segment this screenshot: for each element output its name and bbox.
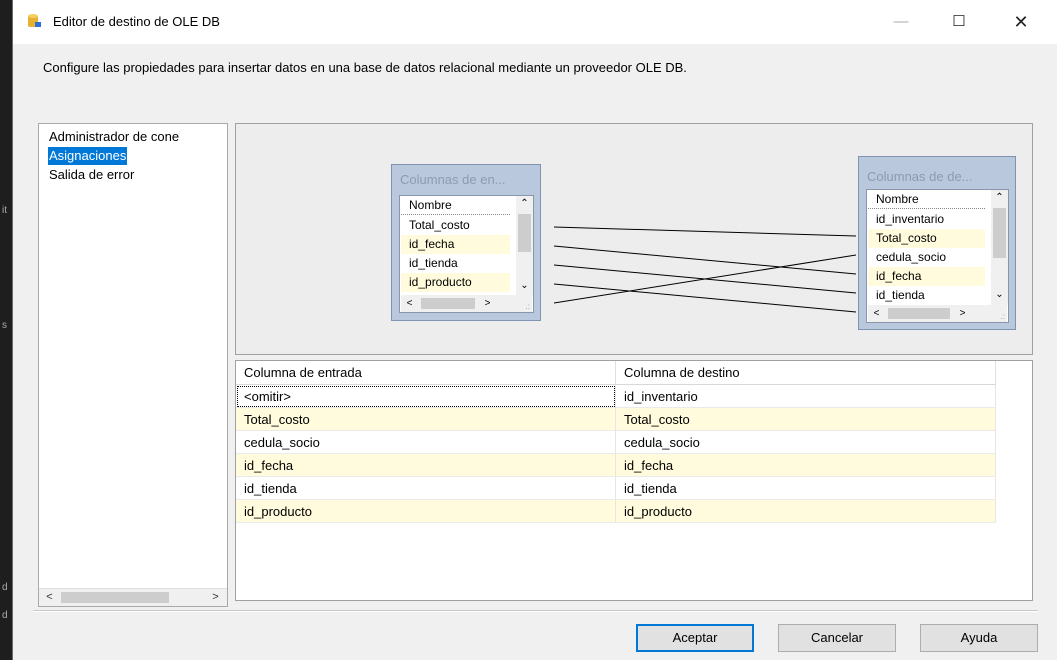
help-button[interactable]: Ayuda — [920, 624, 1038, 652]
mapping-line-total-costo — [553, 226, 857, 237]
destination-column-item[interactable]: id_fecha — [868, 267, 985, 286]
ok-button[interactable]: Aceptar — [636, 624, 754, 652]
input-column-cell[interactable]: cedula_socio — [236, 431, 616, 454]
dialog-description: Configure las propiedades para insertar … — [43, 60, 687, 75]
input-columns-header: Nombre — [401, 196, 510, 215]
scroll-left-button[interactable]: < — [41, 589, 58, 606]
cancel-button[interactable]: Cancelar — [778, 624, 896, 652]
dialog-window: Editor de destino de OLE DB — ☐ ✕ Config… — [12, 0, 1057, 660]
input-column-cell[interactable]: id_tienda — [236, 477, 616, 500]
input-column-cell[interactable]: <omitir> — [236, 385, 616, 408]
resize-grip-icon[interactable]: .: — [526, 302, 530, 311]
scroll-right-icon[interactable]: > — [954, 305, 971, 322]
destination-column-cell[interactable]: id_fecha — [616, 454, 996, 477]
grid-header-row: Columna de entrada Columna de destino — [236, 361, 996, 385]
destination-columns-title: Columnas de de... — [867, 169, 973, 184]
input-column-cell[interactable]: Total_costo — [236, 408, 616, 431]
ole-db-destination-icon — [28, 14, 41, 27]
nav-item-mappings[interactable]: Asignaciones — [48, 147, 128, 165]
destination-column-cell[interactable]: id_inventario — [616, 385, 996, 408]
table-row[interactable]: id_producto id_producto — [236, 500, 996, 523]
destination-column-cell[interactable]: id_tienda — [616, 477, 996, 500]
nav-item-connection-manager[interactable]: Administrador de cone — [48, 128, 180, 146]
table-row[interactable]: <omitir> id_inventario — [236, 385, 996, 408]
input-columns-horizontal-scrollbar[interactable]: < > .: — [401, 295, 532, 312]
input-column-item[interactable]: Total_costo — [401, 216, 510, 235]
mapping-grid[interactable]: Columna de entrada Columna de destino <o… — [235, 360, 1033, 601]
background-window-edge: it s d d — [2, 205, 8, 621]
destination-column-item[interactable]: Total_costo — [868, 229, 985, 248]
page-navigation-list[interactable]: Administrador de cone Asignaciones Salid… — [38, 123, 228, 607]
mapping-diagram[interactable]: Columnas de en... Nombre Total_costo id_… — [235, 123, 1033, 355]
table-row[interactable]: id_fecha id_fecha — [236, 454, 996, 477]
minimize-button[interactable]: — — [878, 6, 924, 38]
mapping-line-id-fecha — [553, 245, 857, 275]
resize-grip-icon[interactable]: .: — [1001, 312, 1005, 321]
destination-columns-header: Nombre — [868, 190, 985, 209]
grid-header-destination-column[interactable]: Columna de destino — [616, 361, 996, 385]
destination-column-item[interactable]: id_inventario — [868, 210, 985, 229]
destination-column-cell[interactable]: cedula_socio — [616, 431, 996, 454]
destination-columns-horizontal-scrollbar[interactable]: < > .: — [868, 305, 1007, 322]
scroll-thumb[interactable] — [518, 214, 531, 252]
scroll-down-icon[interactable]: ⌄ — [991, 287, 1008, 303]
input-column-item[interactable]: id_fecha — [401, 235, 510, 254]
destination-column-cell[interactable]: id_producto — [616, 500, 996, 523]
destination-columns-list[interactable]: Nombre id_inventario Total_costo cedula_… — [866, 189, 1009, 323]
scroll-down-icon[interactable]: ⌄ — [516, 278, 533, 294]
footer-separator — [33, 610, 1038, 612]
input-column-item[interactable]: id_tienda — [401, 254, 510, 273]
destination-column-cell[interactable]: Total_costo — [616, 408, 996, 431]
grid-header-input-column[interactable]: Columna de entrada — [236, 361, 616, 385]
scroll-right-icon[interactable]: > — [479, 295, 496, 312]
input-columns-list[interactable]: Nombre Total_costo id_fecha id_tienda id… — [399, 195, 534, 313]
mapping-line-id-producto — [553, 283, 857, 313]
input-columns-vertical-scrollbar[interactable]: ⌃ ⌄ — [516, 196, 533, 295]
destination-column-item[interactable]: id_tienda — [868, 286, 985, 305]
scroll-left-icon[interactable]: < — [868, 305, 885, 322]
scroll-right-button[interactable]: > — [207, 589, 224, 606]
scroll-up-icon[interactable]: ⌃ — [991, 190, 1008, 206]
table-row[interactable]: id_tienda id_tienda — [236, 477, 996, 500]
scroll-up-icon[interactable]: ⌃ — [516, 196, 533, 212]
title-bar[interactable]: Editor de destino de OLE DB — ☐ ✕ — [13, 0, 1057, 44]
scroll-thumb[interactable] — [888, 308, 950, 319]
input-column-cell[interactable]: id_fecha — [236, 454, 616, 477]
destination-columns-vertical-scrollbar[interactable]: ⌃ ⌄ — [991, 190, 1008, 305]
window-title: Editor de destino de OLE DB — [53, 14, 220, 29]
destination-columns-box[interactable]: Columnas de de... Nombre id_inventario T… — [858, 156, 1016, 330]
nav-item-error-output[interactable]: Salida de error — [48, 166, 135, 184]
destination-column-item[interactable]: cedula_socio — [868, 248, 985, 267]
input-column-item[interactable]: id_producto — [401, 273, 510, 292]
scroll-left-icon[interactable]: < — [401, 295, 418, 312]
mapping-line-cedula-socio — [553, 254, 857, 304]
table-row[interactable]: cedula_socio cedula_socio — [236, 431, 996, 454]
nav-horizontal-scrollbar[interactable]: < > — [39, 588, 227, 606]
scroll-thumb[interactable] — [421, 298, 475, 309]
input-columns-title: Columnas de en... — [400, 172, 506, 187]
input-column-cell[interactable]: id_producto — [236, 500, 616, 523]
scroll-thumb[interactable] — [993, 208, 1006, 258]
maximize-button[interactable]: ☐ — [936, 6, 982, 38]
input-columns-box[interactable]: Columnas de en... Nombre Total_costo id_… — [391, 164, 541, 321]
table-row[interactable]: Total_costo Total_costo — [236, 408, 996, 431]
scroll-thumb[interactable] — [61, 592, 169, 603]
close-button[interactable]: ✕ — [998, 6, 1044, 38]
